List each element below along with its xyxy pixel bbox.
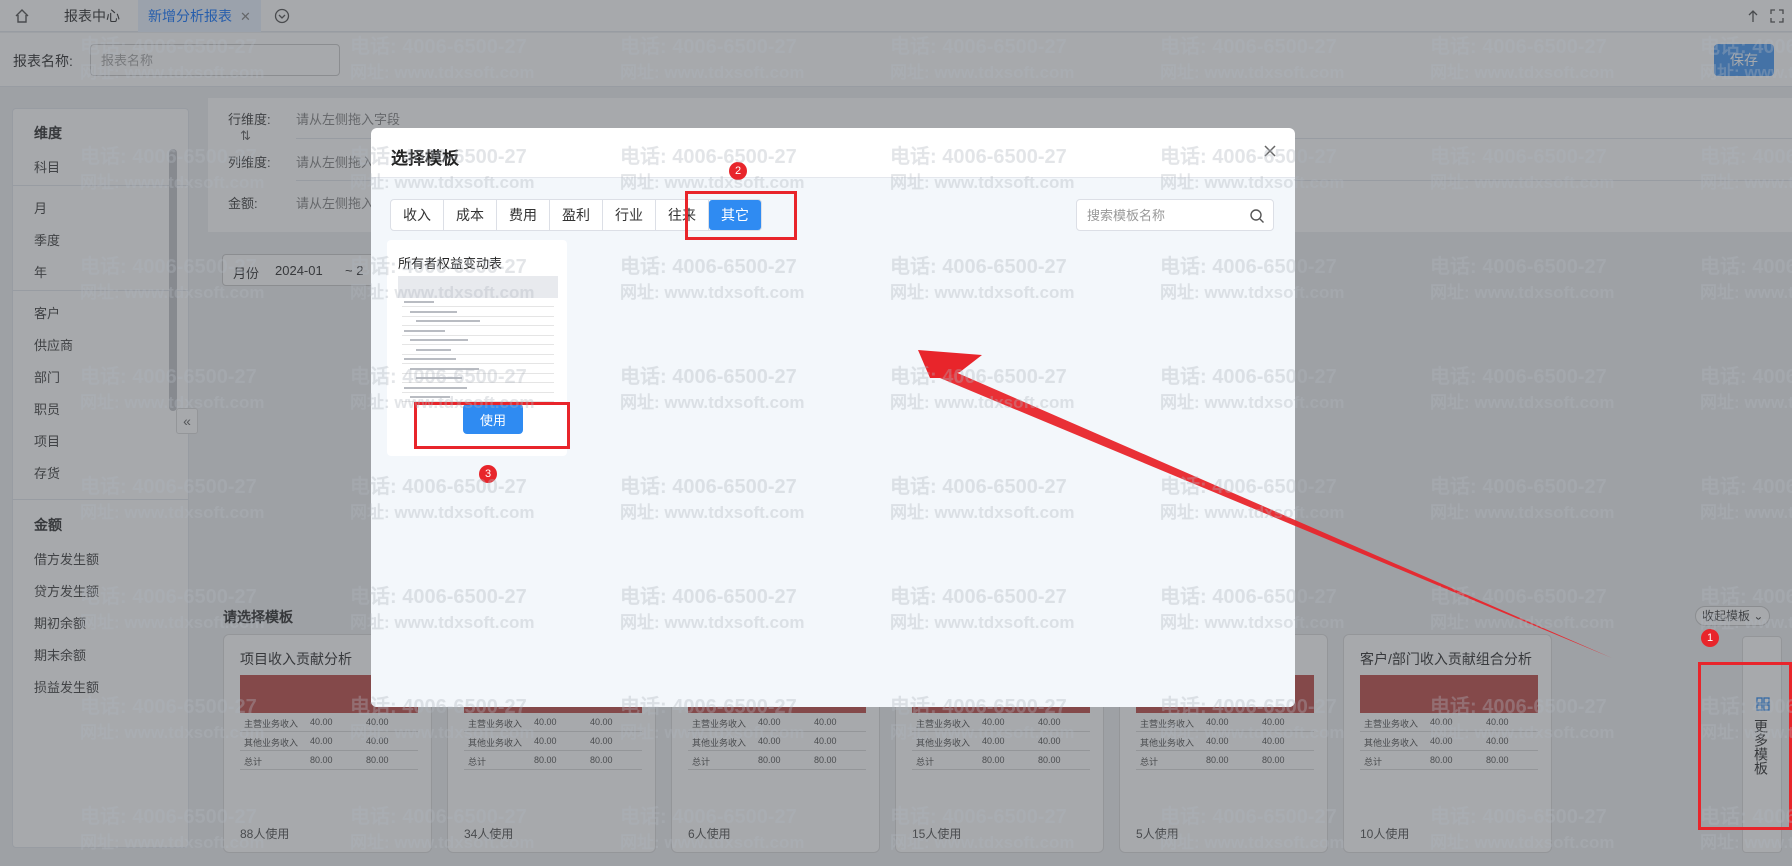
highlight-more-templates bbox=[1698, 662, 1792, 830]
highlight-use-button bbox=[414, 402, 570, 449]
annotation-number-2: 2 bbox=[729, 162, 747, 180]
annotation-arrow bbox=[918, 350, 1612, 658]
annotation-number-1: 1 bbox=[1701, 629, 1719, 647]
annotation-number-3: 3 bbox=[479, 465, 497, 483]
highlight-other-tab bbox=[685, 191, 797, 240]
